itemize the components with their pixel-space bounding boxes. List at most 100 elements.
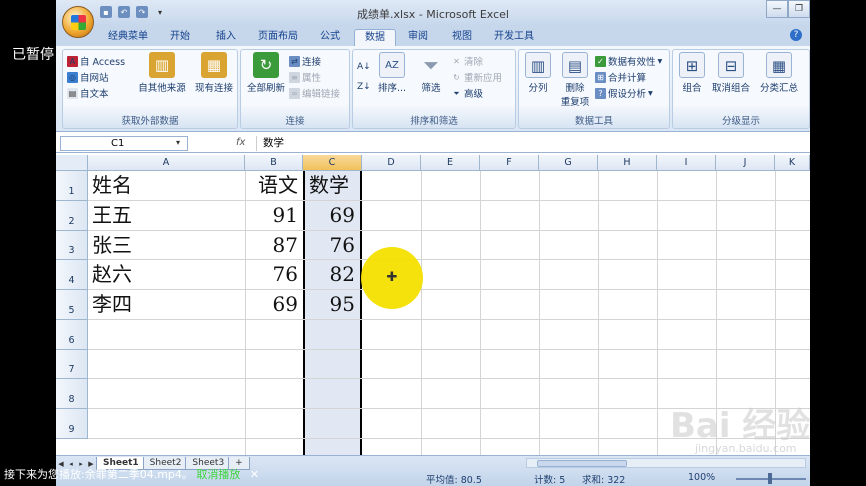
- data-validation-button[interactable]: ✓ 数据有效性 ▾: [595, 54, 662, 68]
- tab-review[interactable]: 审阅: [398, 29, 438, 46]
- advanced-filter-icon: ⏷: [453, 88, 460, 98]
- properties-button[interactable]: ≡ 属性: [289, 70, 321, 84]
- tab-view[interactable]: 视图: [440, 29, 484, 46]
- cell-b4[interactable]: 76: [245, 260, 303, 289]
- horizontal-scrollbar[interactable]: [526, 458, 806, 468]
- help-icon[interactable]: ?: [790, 29, 802, 41]
- column-header-d[interactable]: D: [362, 155, 421, 171]
- insert-function-button[interactable]: fx: [236, 137, 245, 148]
- from-access-button[interactable]: A自 Access: [67, 54, 125, 68]
- row-header-3[interactable]: 3: [56, 231, 88, 260]
- close-icon[interactable]: ✕: [250, 468, 259, 481]
- cell-b2[interactable]: 91: [245, 201, 303, 230]
- sort-descending-button[interactable]: Z↓: [357, 82, 371, 93]
- existing-connections-button[interactable]: ▦ 现有连接: [191, 52, 237, 94]
- tab-home[interactable]: 开始: [158, 29, 202, 46]
- gridline: [88, 378, 810, 379]
- subtotal-icon: ▦: [766, 52, 792, 78]
- row-header-5[interactable]: 5: [56, 290, 88, 320]
- column-header-f[interactable]: F: [480, 155, 539, 171]
- ribbon-tabs: 经典菜单 开始 插入 页面布局 公式 数据 审阅 视图 开发工具 ?: [56, 26, 810, 46]
- row-header-1[interactable]: 1: [56, 171, 88, 201]
- gridline: [480, 171, 481, 455]
- row-header-7[interactable]: 7: [56, 350, 88, 379]
- name-box-dropdown-icon[interactable]: ▾: [176, 138, 180, 147]
- cell-a2[interactable]: 王五: [88, 201, 245, 230]
- cell-c5[interactable]: 95: [305, 290, 360, 319]
- formula-input[interactable]: 数学: [256, 136, 806, 151]
- cell-b3[interactable]: 87: [245, 231, 303, 260]
- remove-duplicates-button[interactable]: ▤ 删除 重复项: [555, 52, 595, 108]
- clear-filter-button[interactable]: ✕ 清除: [451, 54, 483, 69]
- ribbon: A自 Access ◎ 自网站 ▤ 自文本 ▥ 自其他来源 ▦ 现有连接 获取外部数据 …: [56, 46, 810, 132]
- zoom-level[interactable]: 100%: [688, 472, 715, 483]
- gridline: [421, 171, 422, 455]
- tab-data[interactable]: 数据: [354, 29, 396, 46]
- column-header-i[interactable]: I: [657, 155, 716, 171]
- edit-links-button[interactable]: ∞ 编辑链接: [289, 86, 340, 100]
- office-button[interactable]: [62, 6, 94, 38]
- tab-classic-menu[interactable]: 经典菜单: [100, 29, 156, 46]
- row-header-8[interactable]: 8: [56, 379, 88, 409]
- group-button[interactable]: ⊞ 组合: [675, 52, 709, 94]
- tab-insert[interactable]: 插入: [204, 29, 248, 46]
- tab-developer[interactable]: 开发工具: [486, 29, 542, 46]
- minimize-button[interactable]: —: [766, 0, 788, 18]
- formula-bar: C1 ▾ fx 数学: [56, 135, 810, 153]
- connections-button[interactable]: ⇄ 连接: [289, 54, 321, 68]
- gridline: [88, 319, 810, 320]
- text-file-icon: ▤: [67, 87, 78, 99]
- window-title: 成绩单.xlsx - Microsoft Excel: [357, 8, 509, 21]
- cell-c4[interactable]: 82: [305, 260, 360, 289]
- column-header-c[interactable]: C: [303, 155, 362, 171]
- cell-a1[interactable]: 姓名: [88, 171, 245, 200]
- cell-a3[interactable]: 张三: [88, 231, 245, 260]
- column-header-a[interactable]: A: [88, 155, 245, 171]
- text-to-columns-button[interactable]: ▥ 分列: [521, 52, 555, 94]
- cell-b5[interactable]: 69: [245, 290, 303, 319]
- what-if-analysis-button[interactable]: ? 假设分析 ▾: [595, 86, 653, 100]
- tab-formulas[interactable]: 公式: [308, 29, 352, 46]
- video-letterbox-left: [0, 0, 56, 486]
- select-all-button[interactable]: [56, 155, 88, 171]
- column-header-e[interactable]: E: [421, 155, 480, 171]
- filter-button[interactable]: ⏷ 筛选: [413, 52, 449, 94]
- zoom-slider-knob[interactable]: [768, 473, 772, 484]
- group-data-tools: ▥ 分列 ▤ 删除 重复项 ✓ 数据有效性 ▾ ⊞ 合并计算 ? 假设分析 ▾ 数据工具: [518, 49, 670, 129]
- refresh-all-button[interactable]: ↻ 全部刷新: [243, 52, 289, 94]
- column-header-k[interactable]: K: [775, 155, 810, 171]
- name-box[interactable]: C1: [60, 136, 188, 151]
- reapply-button[interactable]: ↻ 重新应用: [451, 70, 502, 85]
- subtotal-button[interactable]: ▦ 分类汇总: [755, 52, 803, 94]
- row-header-6[interactable]: 6: [56, 320, 88, 350]
- column-header-b[interactable]: B: [245, 155, 303, 171]
- cell-b1[interactable]: 语文: [245, 171, 303, 200]
- sort-button[interactable]: AZ 排序...: [373, 52, 411, 94]
- excel-window: ▪ ↶ ↷ ▾ 成绩单.xlsx - Microsoft Excel — ❐ 经…: [56, 0, 810, 460]
- restore-button[interactable]: ❐: [788, 0, 810, 18]
- from-other-sources-button[interactable]: ▥ 自其他来源: [135, 52, 189, 94]
- column-header-h[interactable]: H: [598, 155, 657, 171]
- advanced-filter-button[interactable]: ⏷ 高级: [451, 86, 483, 101]
- sort-ascending-button[interactable]: A↓: [357, 62, 371, 73]
- ungroup-button[interactable]: ⊟ 取消组合: [709, 52, 753, 94]
- row-header-2[interactable]: 2: [56, 201, 88, 231]
- cell-c3[interactable]: 76: [305, 231, 360, 260]
- row-header-4[interactable]: 4: [56, 260, 88, 290]
- text-to-columns-icon: ▥: [525, 52, 551, 78]
- gridline: [539, 171, 540, 455]
- from-text-button[interactable]: ▤ 自文本: [67, 86, 109, 100]
- column-header-j[interactable]: J: [716, 155, 775, 171]
- row-header-9[interactable]: 9: [56, 409, 88, 439]
- title-bar: ▪ ↶ ↷ ▾ 成绩单.xlsx - Microsoft Excel — ❐: [56, 0, 810, 26]
- cell-a5[interactable]: 李四: [88, 290, 245, 319]
- tab-page-layout[interactable]: 页面布局: [250, 29, 306, 46]
- cell-a4[interactable]: 赵六: [88, 260, 245, 289]
- from-web-button[interactable]: ◎ 自网站: [67, 70, 109, 84]
- scrollbar-thumb[interactable]: [537, 460, 627, 467]
- cell-c1[interactable]: 数学: [305, 171, 360, 200]
- cell-c2[interactable]: 69: [305, 201, 360, 230]
- cancel-playback-link[interactable]: 取消播放: [196, 468, 240, 481]
- consolidate-button[interactable]: ⊞ 合并计算: [595, 70, 646, 84]
- column-header-g[interactable]: G: [539, 155, 598, 171]
